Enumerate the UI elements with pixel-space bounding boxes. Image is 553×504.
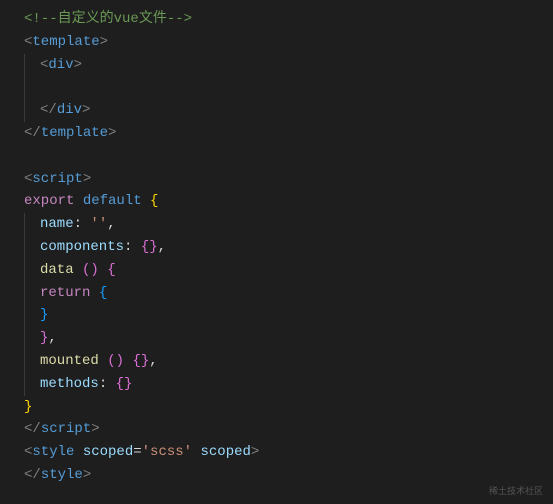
- code-line: return {: [24, 282, 553, 305]
- code-line: </template>: [24, 122, 553, 145]
- code-line: </script>: [24, 418, 553, 441]
- code-line: name: '',: [24, 213, 553, 236]
- code-line: data () {: [24, 259, 553, 282]
- code-line: <style scoped='scss' scoped>: [24, 441, 553, 464]
- code-line: [24, 145, 553, 168]
- code-line: <!--自定义的vue文件-->: [24, 8, 553, 31]
- code-line: }: [24, 304, 553, 327]
- code-line: <script>: [24, 168, 553, 191]
- code-line: </style>: [24, 464, 553, 487]
- code-line: }: [24, 396, 553, 419]
- code-line: <template>: [24, 31, 553, 54]
- code-line: components: {},: [24, 236, 553, 259]
- code-line: methods: {}: [24, 373, 553, 396]
- watermark: 稀土技术社区: [489, 484, 543, 498]
- code-line: </div>: [24, 99, 553, 122]
- code-line: },: [24, 327, 553, 350]
- code-line: mounted () {},: [24, 350, 553, 373]
- code-editor[interactable]: <!--自定义的vue文件--> <template> <div> </div>…: [0, 8, 553, 487]
- code-line: export default {: [24, 190, 553, 213]
- code-line: [24, 76, 553, 99]
- code-line: <div>: [24, 54, 553, 77]
